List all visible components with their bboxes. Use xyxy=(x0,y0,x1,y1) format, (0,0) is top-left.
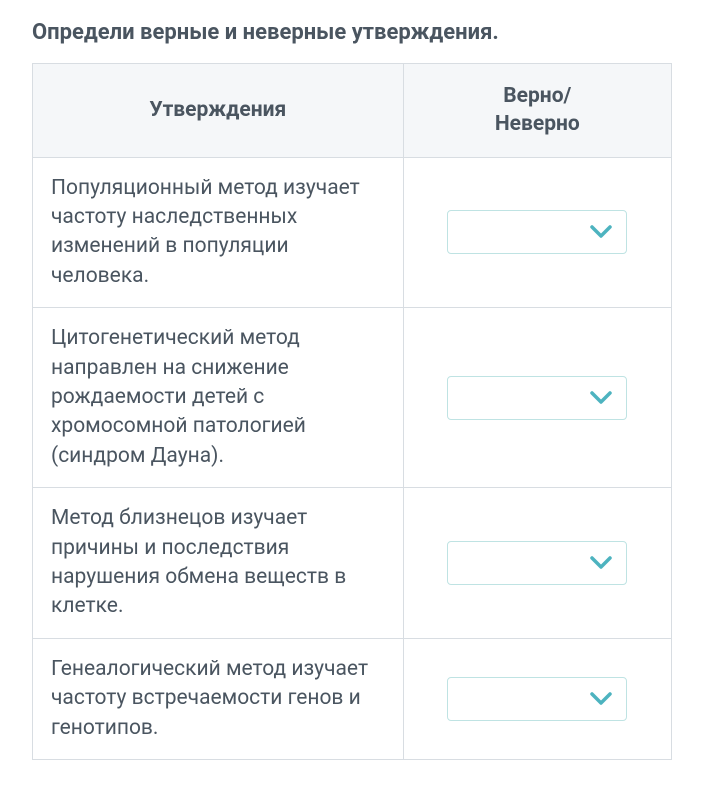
chevron-down-icon xyxy=(590,391,612,405)
answer-select[interactable] xyxy=(447,376,627,420)
chevron-down-icon xyxy=(590,556,612,570)
statement-cell: Метод близнецов изучает причины и послед… xyxy=(33,488,404,639)
answer-select[interactable] xyxy=(447,210,627,254)
answer-cell xyxy=(403,638,671,759)
answer-cell xyxy=(403,308,671,488)
chevron-down-icon xyxy=(590,692,612,706)
answer-cell xyxy=(403,488,671,639)
header-answer: Верно/Неверно xyxy=(403,64,671,158)
answer-select[interactable] xyxy=(447,677,627,721)
table-row: Цитогенетический метод направлен на сниж… xyxy=(33,308,672,488)
statements-table: Утверждения Верно/Неверно Популяционный … xyxy=(32,63,672,760)
header-statement: Утверждения xyxy=(33,64,404,158)
statement-cell: Популяционный метод изучает частоту насл… xyxy=(33,157,404,308)
answer-cell xyxy=(403,157,671,308)
chevron-down-icon xyxy=(590,225,612,239)
table-row: Метод близнецов изучает причины и послед… xyxy=(33,488,672,639)
table-row: Генеалогический метод изучает частоту вс… xyxy=(33,638,672,759)
table-row: Популяционный метод изучает частоту насл… xyxy=(33,157,672,308)
statement-cell: Цитогенетический метод направлен на сниж… xyxy=(33,308,404,488)
page-title: Определи верные и неверные утверждения. xyxy=(32,20,672,45)
answer-select[interactable] xyxy=(447,541,627,585)
statement-cell: Генеалогический метод изучает частоту вс… xyxy=(33,638,404,759)
